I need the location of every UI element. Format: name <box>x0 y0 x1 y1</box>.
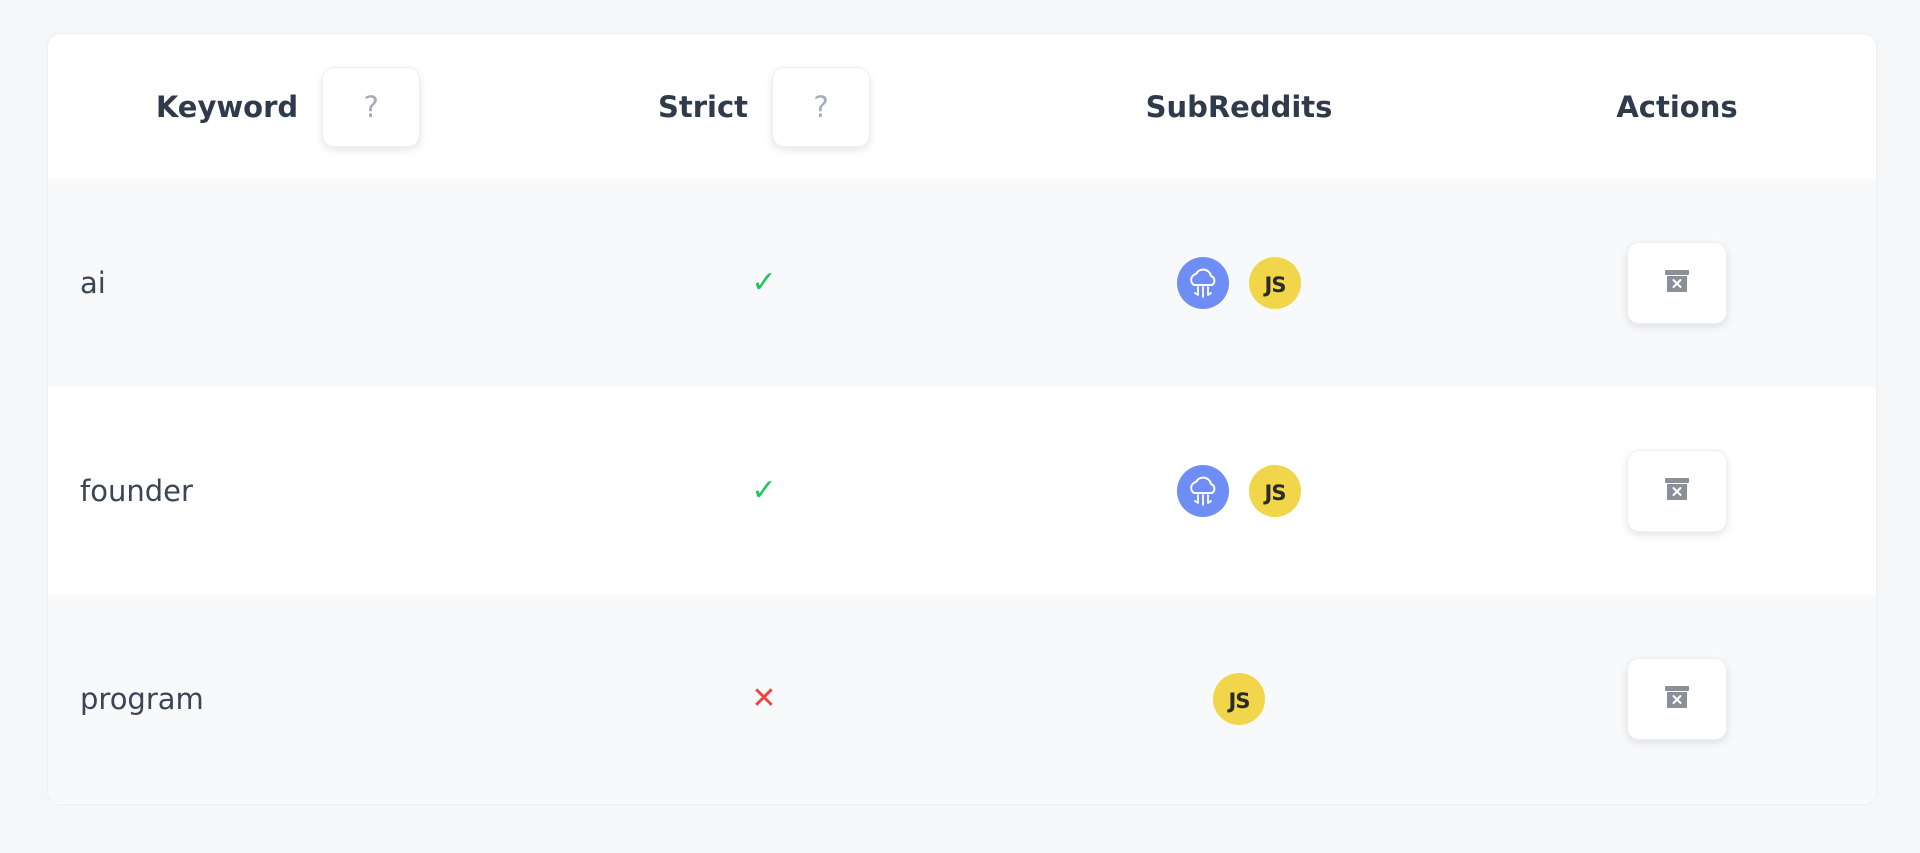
javascript-subreddit-icon: JS <box>1249 465 1301 517</box>
js-icon-label: JS <box>1264 481 1287 505</box>
actions-cell <box>1478 595 1876 803</box>
subreddits-cell: JS <box>1000 387 1478 595</box>
keywords-table: Keyword ? Strict ? SubReddits Actions ai… <box>47 33 1877 805</box>
table-row: ai ✓ JS <box>48 179 1876 387</box>
delete-button[interactable] <box>1627 242 1727 324</box>
keyword-header-label: Keyword <box>155 89 299 124</box>
subreddits-cell: JS <box>1000 179 1478 387</box>
strict-cell: ✕ <box>528 595 1000 803</box>
archive-delete-icon <box>1664 684 1690 714</box>
question-mark-icon: ? <box>813 89 829 124</box>
keyword-help-button[interactable]: ? <box>322 66 421 147</box>
cloud-subreddit-icon <box>1177 465 1229 517</box>
delete-button[interactable] <box>1627 450 1727 532</box>
strict-help-button[interactable]: ? <box>772 66 871 147</box>
check-icon: ✓ <box>751 265 777 300</box>
archive-delete-icon <box>1664 476 1690 506</box>
keyword-cell: founder <box>48 387 528 595</box>
subreddits-header: SubReddits <box>1000 34 1478 179</box>
cross-icon: ✕ <box>751 681 777 716</box>
table-header: Keyword ? Strict ? SubReddits Actions <box>48 34 1876 179</box>
strict-cell: ✓ <box>528 387 1000 595</box>
keyword-cell: ai <box>48 179 528 387</box>
question-mark-icon: ? <box>363 89 379 124</box>
table-row: program ✕ JS <box>48 595 1876 803</box>
check-icon: ✓ <box>751 473 777 508</box>
keyword-header: Keyword ? <box>48 34 528 179</box>
actions-cell <box>1478 387 1876 595</box>
cloud-subreddit-icon <box>1177 257 1229 309</box>
js-icon-label: JS <box>1228 689 1251 713</box>
subreddits-header-label: SubReddits <box>1145 89 1333 124</box>
actions-header: Actions <box>1478 34 1876 179</box>
delete-button[interactable] <box>1627 658 1727 740</box>
actions-header-label: Actions <box>1616 89 1738 124</box>
keyword-text: ai <box>80 266 106 300</box>
strict-header-label: Strict <box>657 89 749 124</box>
javascript-subreddit-icon: JS <box>1213 673 1265 725</box>
keyword-text: program <box>80 682 204 716</box>
table-body: ai ✓ JS founder ✓ JS program ✕ JS <box>48 179 1876 803</box>
subreddits-cell: JS <box>1000 595 1478 803</box>
js-icon-label: JS <box>1264 273 1287 297</box>
keyword-cell: program <box>48 595 528 803</box>
strict-cell: ✓ <box>528 179 1000 387</box>
strict-header: Strict ? <box>528 34 1000 179</box>
actions-cell <box>1478 179 1876 387</box>
archive-delete-icon <box>1664 268 1690 298</box>
javascript-subreddit-icon: JS <box>1249 257 1301 309</box>
table-row: founder ✓ JS <box>48 387 1876 595</box>
keyword-text: founder <box>80 474 193 508</box>
